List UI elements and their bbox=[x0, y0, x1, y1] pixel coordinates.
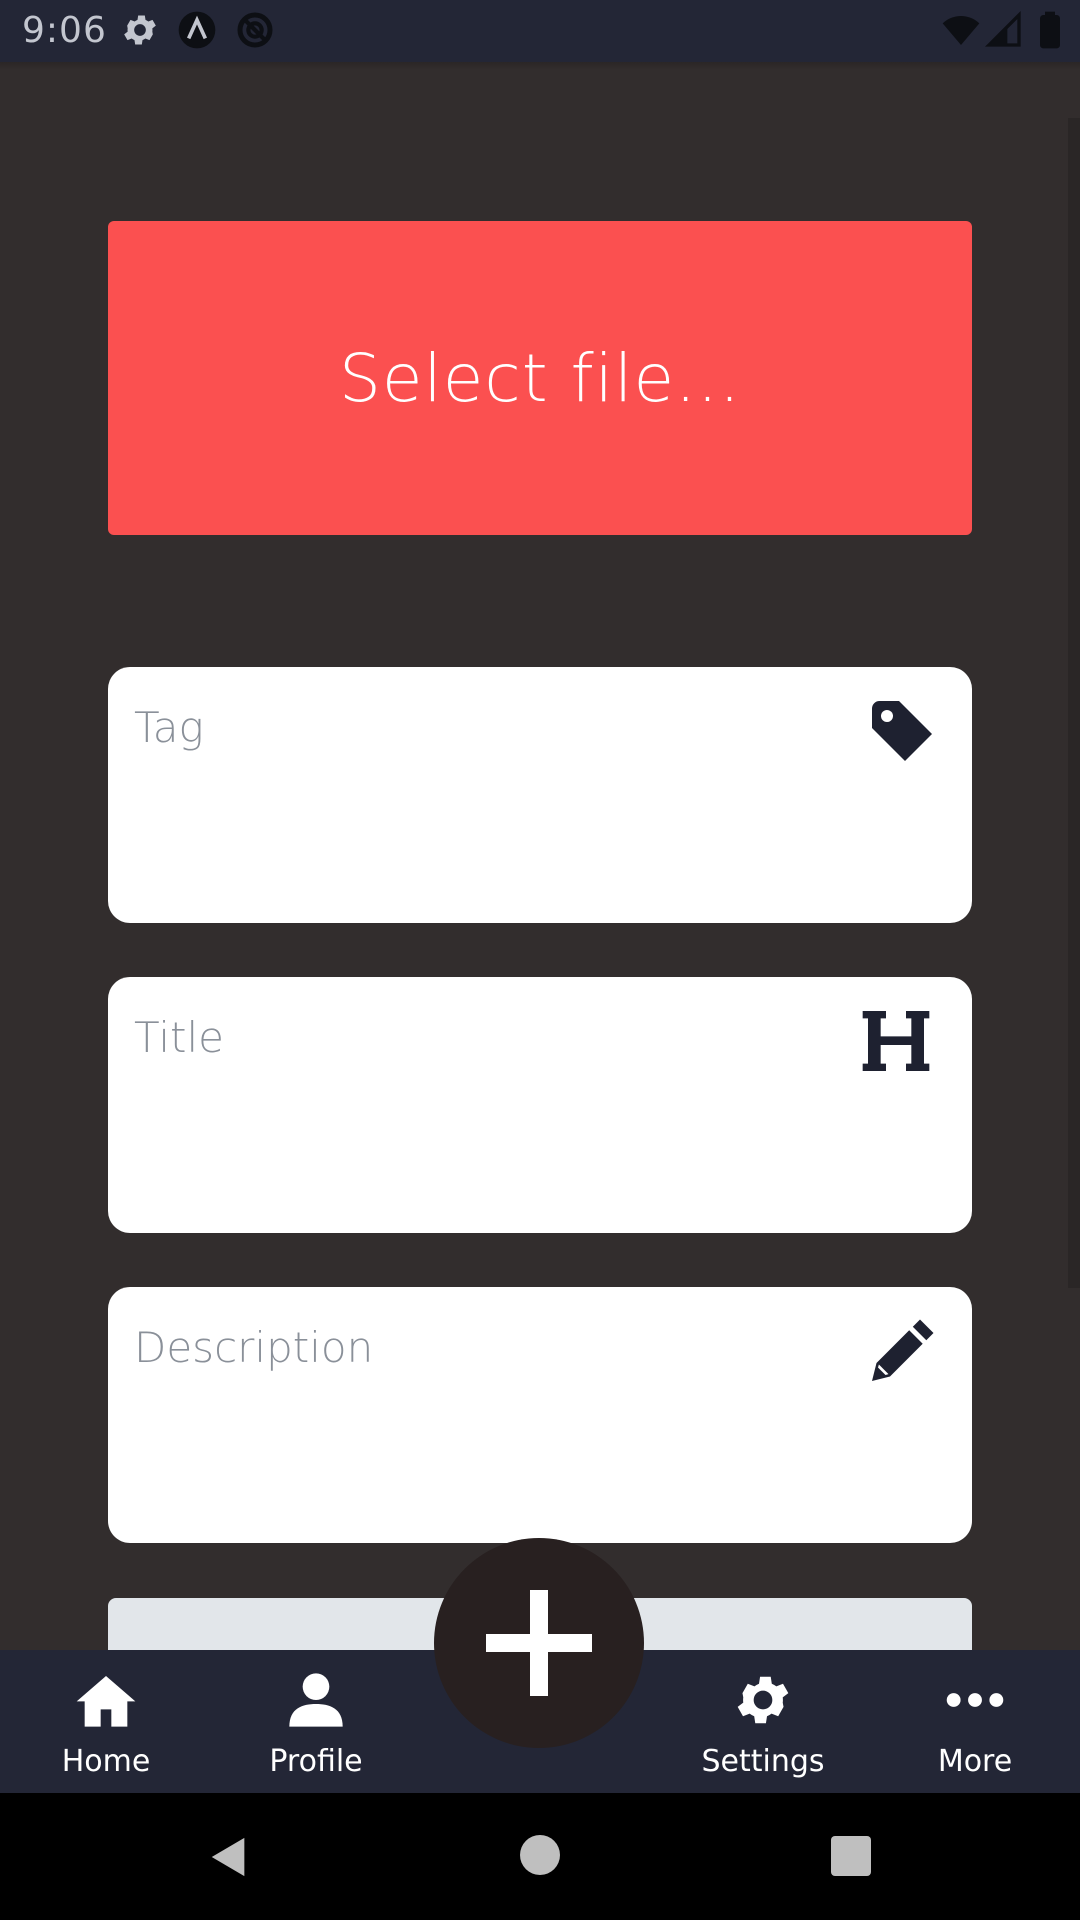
home-icon bbox=[76, 1676, 136, 1727]
nav-settings-label: Settings bbox=[701, 1744, 825, 1779]
nav-profile-label: Profile bbox=[269, 1744, 363, 1779]
tag-placeholder: Tag bbox=[134, 703, 204, 752]
nav-home[interactable]: Home bbox=[26, 1668, 186, 1779]
add-fab-button[interactable] bbox=[434, 1538, 644, 1748]
tag-icon bbox=[872, 701, 932, 761]
nav-profile[interactable]: Profile bbox=[236, 1668, 396, 1779]
recents-icon[interactable] bbox=[831, 1836, 871, 1876]
scrollbar[interactable] bbox=[1068, 118, 1080, 1288]
tag-field[interactable]: Tag bbox=[108, 667, 972, 923]
select-file-button[interactable]: Select file... bbox=[108, 221, 972, 535]
content-shadow bbox=[0, 62, 1080, 70]
wifi-icon bbox=[942, 16, 980, 45]
system-navigation-bar bbox=[0, 1793, 1080, 1920]
title-field[interactable]: Title bbox=[108, 977, 972, 1233]
nav-settings[interactable]: Settings bbox=[683, 1668, 843, 1779]
nav-more-label: More bbox=[937, 1744, 1013, 1779]
a-circle-icon bbox=[178, 11, 216, 49]
gear-icon bbox=[124, 15, 156, 45]
nav-more[interactable]: More bbox=[895, 1668, 1055, 1779]
battery-icon bbox=[1040, 11, 1060, 49]
status-bar: 9:06 bbox=[0, 0, 1080, 62]
gear-icon bbox=[737, 1676, 789, 1724]
home-circle-icon[interactable] bbox=[520, 1835, 560, 1875]
title-placeholder: Title bbox=[134, 1013, 225, 1062]
cell-signal-icon bbox=[984, 10, 1021, 47]
description-placeholder: Description bbox=[134, 1323, 374, 1372]
pencil-icon bbox=[872, 1319, 934, 1381]
back-icon[interactable] bbox=[206, 1833, 252, 1881]
nav-home-label: Home bbox=[61, 1744, 151, 1779]
heading-icon bbox=[862, 1011, 930, 1071]
description-field[interactable]: Description bbox=[108, 1287, 972, 1543]
person-icon bbox=[289, 1673, 343, 1727]
status-time: 9:06 bbox=[22, 10, 107, 51]
more-dots-icon bbox=[946, 1693, 1004, 1707]
no-sign-icon bbox=[237, 12, 273, 48]
